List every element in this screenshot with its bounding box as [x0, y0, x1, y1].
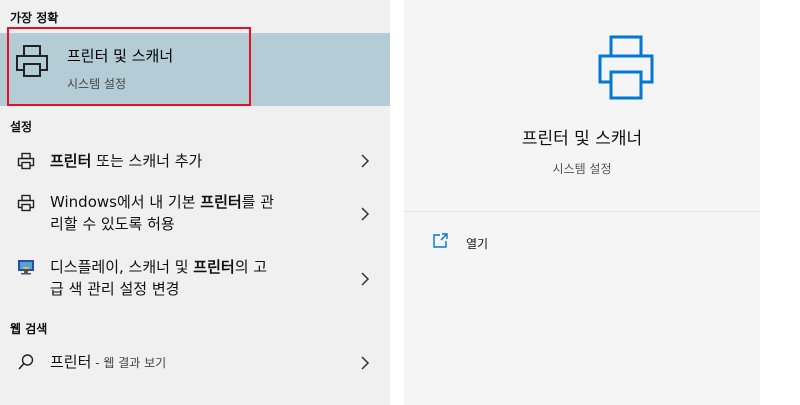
- text-segment: 또는 스캐너 추가: [91, 152, 203, 170]
- text-segment: 디스플레이, 스캐너 및: [50, 258, 194, 276]
- web-query: 프린터: [50, 353, 92, 371]
- result-line-2: 급 색 관리 설정 변경: [50, 278, 320, 300]
- result-text: 디스플레이, 스캐너 및 프린터의 고 급 색 관리 설정 변경: [50, 256, 320, 300]
- web-search-result[interactable]: 프린터 - 웹 결과 보기: [0, 345, 390, 381]
- highlighted-term: 프린터: [200, 193, 242, 211]
- printer-icon: [16, 45, 48, 77]
- printer-small-icon: [17, 194, 35, 212]
- settings-result-color-management[interactable]: 디스플레이, 스캐너 및 프린터의 고 급 색 관리 설정 변경: [0, 251, 390, 305]
- display-icon: [18, 260, 34, 275]
- result-text: Windows에서 내 기본 프린터를 관 리할 수 있도록 허용: [50, 191, 320, 235]
- printer-icon: [598, 35, 654, 100]
- text-segment: 의 고: [234, 258, 268, 276]
- text-segment: 급 색 관리 설정 변경: [50, 280, 180, 298]
- preview-title: 프린터 및 스캐너: [521, 129, 643, 149]
- text-segment: Windows에서 내 기본: [50, 193, 201, 211]
- result-text: 프린터 - 웹 결과 보기: [50, 351, 320, 374]
- settings-result-add-printer[interactable]: 프린터 또는 스캐너 추가: [0, 143, 390, 179]
- pane-gap: [390, 0, 404, 405]
- best-match-title: 프린터 및 스캐너: [67, 47, 174, 65]
- web-search-header: 웹 검색: [10, 322, 48, 336]
- result-line-1: 디스플레이, 스캐너 및 프린터의 고: [50, 256, 320, 278]
- web-result-suffix: - 웹 결과 보기: [91, 356, 167, 370]
- preview-divider: [404, 211, 760, 212]
- highlighted-term: 프린터: [193, 258, 235, 276]
- settings-header: 설정: [10, 120, 33, 134]
- printer-small-icon: [17, 152, 35, 170]
- right-edge: [760, 0, 800, 405]
- search-results-pane: 가장 정확 프린터 및 스캐너 시스템 설정 설정 프린터 또는 스캐너 추가: [0, 0, 390, 405]
- settings-result-default-printer[interactable]: Windows에서 내 기본 프린터를 관 리할 수 있도록 허용: [0, 186, 390, 242]
- result-text: 프린터 또는 스캐너 추가: [50, 150, 320, 172]
- preview-pane: 프린터 및 스캐너 시스템 설정 열기: [404, 0, 760, 405]
- result-line-1: 프린터 또는 스캐너 추가: [50, 152, 202, 170]
- text-segment: 리할 수 있도록 허용: [50, 215, 175, 233]
- best-match-header: 가장 정확: [10, 11, 59, 25]
- chevron-right-icon[interactable]: [360, 154, 370, 168]
- result-line-2: 리할 수 있도록 허용: [50, 213, 320, 235]
- open-icon[interactable]: [432, 232, 449, 249]
- preview-subtitle: 시스템 설정: [552, 162, 612, 176]
- result-line-1: Windows에서 내 기본 프린터를 관: [50, 191, 320, 213]
- open-action[interactable]: 열기: [466, 235, 488, 252]
- chevron-right-icon[interactable]: [360, 356, 370, 370]
- chevron-right-icon[interactable]: [360, 272, 370, 286]
- best-match-subtitle: 시스템 설정: [67, 77, 127, 91]
- text-segment: 를 관: [241, 193, 275, 211]
- chevron-right-icon[interactable]: [360, 207, 370, 221]
- highlighted-term: 프린터: [50, 152, 92, 170]
- search-icon: [18, 354, 34, 370]
